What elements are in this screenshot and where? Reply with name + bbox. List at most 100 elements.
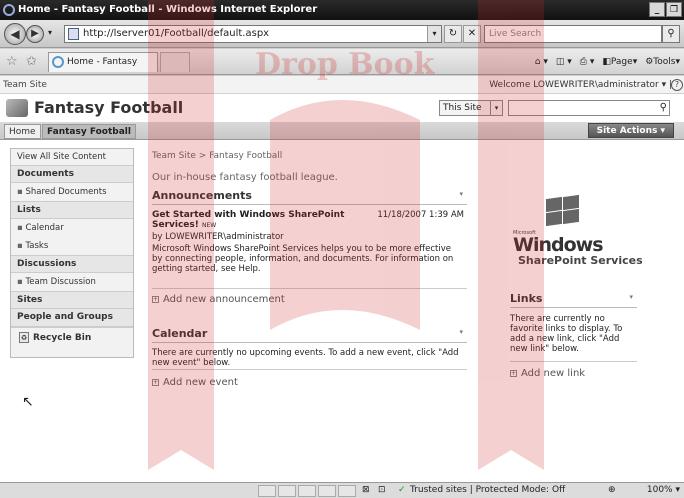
tab-home[interactable]: Home - Fantasy Football [48,52,158,86]
mouse-cursor-icon: ↖ [22,394,34,410]
site-logo-icon [6,98,28,117]
calendar-divider [152,369,467,370]
popup-blocker-icon[interactable]: ⊡ [378,483,386,498]
top-navigation: Home Fantasy Football Site Actions ▾ [0,122,684,140]
navigation-bar: ◀ ▶ ▾ http://lserver01/Football/default.… [0,20,684,48]
links-title[interactable]: Links ▾ [510,292,637,308]
ql-item-tasks[interactable]: Tasks [11,237,133,255]
recycle-bin-label: Recycle Bin [33,332,92,343]
command-bar: ⌂ ▾ ◫ ▾ ⎙ ▾ ◧ Page ▾ ⚙ Tools ▾ [535,54,680,70]
webpart-menu-icon[interactable]: ▾ [459,190,463,198]
ql-heading-sites[interactable]: Sites [11,291,133,309]
address-dropdown-icon[interactable]: ▾ [427,26,441,42]
forward-button[interactable]: ▶ [26,25,44,43]
welcome-menu[interactable]: Welcome LOWEWRITER\administrator ▾ | [489,76,672,94]
status-bar: ⊠ ⊡ ✓ Trusted sites | Protected Mode: Of… [0,482,684,498]
site-title: Fantasy Football [6,98,183,117]
site-search-icon[interactable]: ⚲ [660,102,667,113]
calendar-title[interactable]: Calendar ▾ [152,327,467,343]
ql-heading-discussions[interactable]: Discussions [11,255,133,273]
ie-icon [3,4,15,16]
add-favorites-icon[interactable]: ✩ [26,54,37,69]
status-pane [298,485,316,497]
zoom-level[interactable]: 100% ▾ [647,483,680,498]
refresh-icon[interactable]: ↻ [444,25,462,43]
add-announcement-link[interactable]: + Add new announcement [152,294,285,305]
address-text: http://lserver01/Football/default.aspx [83,28,270,39]
ql-heading-people-groups[interactable]: People and Groups [11,309,133,327]
announcement-title-link[interactable]: Get Started with Windows SharePoint Serv… [152,210,372,230]
restore-button[interactable]: ❐ [666,2,682,17]
back-button[interactable]: ◀ [4,23,26,45]
ql-item-team-discussion[interactable]: Team Discussion [11,273,133,291]
feeds-icon[interactable]: ◫ ▾ [556,54,572,70]
recycle-bin-link[interactable]: ♻ Recycle Bin [11,327,133,347]
page-content: Team Site Welcome LOWEWRITER\administrat… [0,76,684,482]
calendar-title-text: Calendar [152,327,208,340]
site-title-text: Fantasy Football [34,98,184,117]
add-event-link[interactable]: + Add new event [152,377,238,388]
window-title: Home - Fantasy Football - Windows Intern… [18,4,318,15]
announcement-body: Microsoft Windows SharePoint Services he… [152,244,454,274]
add-icon: + [152,296,159,303]
announcement-title-text: Get Started with Windows SharePoint Serv… [152,210,345,230]
page-menu[interactable]: ◧ Page ▾ [602,54,637,70]
search-scope-value: This Site [443,103,482,113]
nav-tab-fantasy-football[interactable]: Fantasy Football [42,124,136,139]
tab-ie-icon [52,56,64,68]
page-icon [68,28,79,40]
nav-tab-home[interactable]: Home [4,124,41,139]
new-tab-button[interactable] [160,52,190,72]
site-actions-button[interactable]: Site Actions ▾ [587,123,674,138]
minimize-button[interactable]: _ [649,2,665,17]
announcement-author: by LOWEWRITER\administrator [152,232,284,242]
quick-launch: View All Site Content Documents Shared D… [10,148,134,358]
help-icon[interactable]: ? [671,79,683,91]
announcement-date: 11/18/2007 1:39 AM [377,210,464,220]
sharepoint-services-label: SharePoint Services [518,254,643,267]
team-site-link[interactable]: Team Site [3,80,47,90]
add-event-label: Add new event [163,377,238,388]
zoom-value: 100% [646,485,673,495]
links-title-text: Links [510,292,543,305]
status-pane [338,485,356,497]
site-description: Our in-house fantasy football league. [152,172,338,183]
webpart-menu-icon[interactable]: ▾ [459,328,463,336]
page-menu-label: Page [610,57,633,67]
sharepoint-top-bar: Team Site Welcome LOWEWRITER\administrat… [0,76,684,94]
scope-dropdown-icon: ▾ [490,101,502,115]
status-pane [258,485,276,497]
address-bar[interactable]: http://lserver01/Football/default.aspx ▾ [64,25,442,43]
announcement-item: Get Started with Windows SharePoint Serv… [152,210,464,274]
search-input[interactable]: Live Search [484,25,662,43]
home-icon[interactable]: ⌂ ▾ [535,54,548,70]
history-dropdown-icon[interactable]: ▾ [48,28,52,37]
search-scope-select[interactable]: This Site ▾ [439,100,503,116]
breadcrumb[interactable]: Team Site > Fantasy Football [152,151,282,161]
add-link-link[interactable]: + Add new link [510,368,585,379]
security-zone[interactable]: Trusted sites | Protected Mode: Off [410,483,565,498]
favorites-star-icon[interactable]: ☆ [6,54,18,69]
title-bar: Home - Fantasy Football - Windows Intern… [0,0,684,20]
favorites-bar: ☆ ✩ Home - Fantasy Football ⌂ ▾ ◫ ▾ ⎙ ▾ … [0,49,684,86]
ql-heading-lists[interactable]: Lists [11,201,133,219]
security-icon[interactable]: ⊠ [362,483,370,498]
print-icon[interactable]: ⎙ ▾ [580,54,595,70]
recycle-bin-icon: ♻ [19,332,29,343]
add-link-label: Add new link [521,368,586,379]
windows-flag-icon [544,194,580,227]
stop-icon[interactable]: ✕ [463,25,481,43]
windows-sharepoint-services-logo: Microsoft Windows SharePoint Services [508,194,648,274]
links-empty-message: There are currently no favorite links to… [510,314,623,354]
site-search-input[interactable]: ⚲ [508,100,670,116]
links-divider [510,361,637,362]
view-all-content-link[interactable]: View All Site Content [11,149,133,165]
ql-item-shared-documents[interactable]: Shared Documents [11,183,133,201]
ql-heading-documents[interactable]: Documents [11,165,133,183]
search-icon[interactable]: ⚲ [662,25,680,43]
tools-menu[interactable]: ⚙ Tools ▾ [645,54,680,70]
announcements-title[interactable]: Announcements ▾ [152,189,467,205]
webpart-menu-icon[interactable]: ▾ [629,293,633,301]
windows-label: Windows [513,234,604,256]
ql-item-calendar[interactable]: Calendar [11,219,133,237]
